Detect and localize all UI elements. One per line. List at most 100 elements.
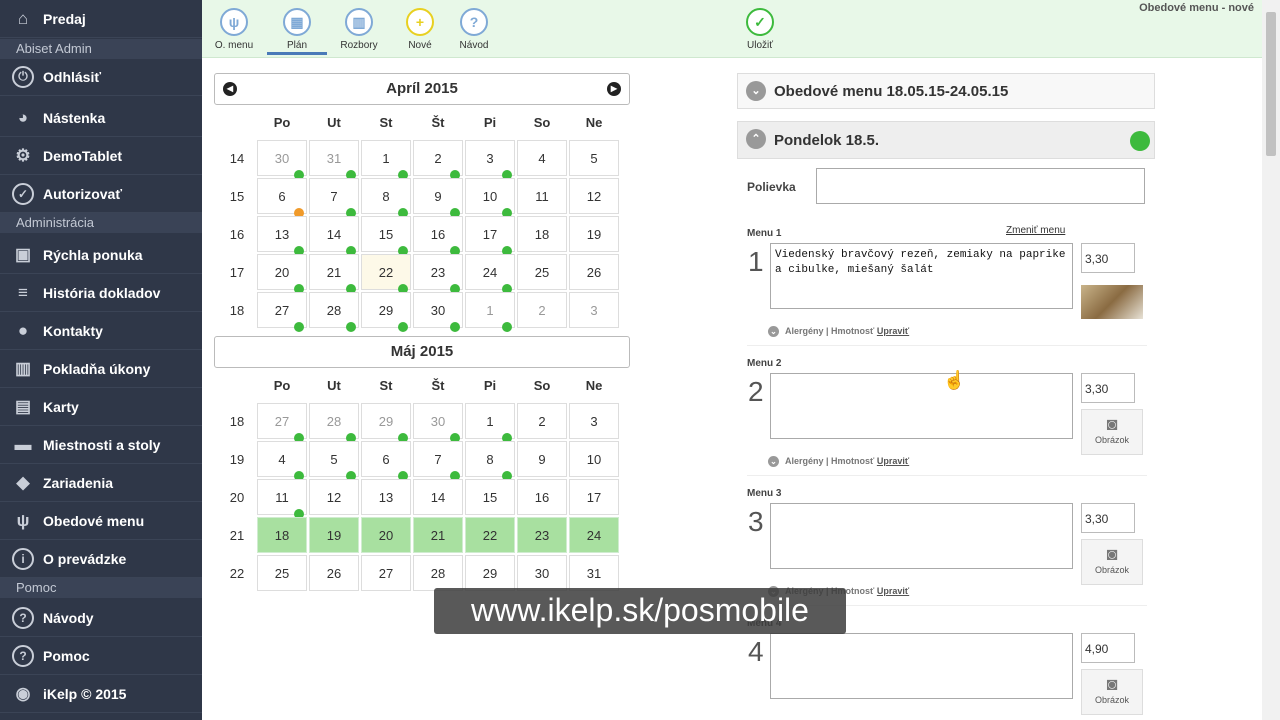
calendar-day[interactable]: 10 <box>569 441 619 477</box>
change-menu-link[interactable]: Zmeniť menu <box>1006 225 1065 236</box>
sidebar-item[interactable]: ⌂ Predaj <box>0 0 202 38</box>
sidebar-item[interactable]: ψ Obedové menu <box>0 502 202 540</box>
calendar-day[interactable]: 4 <box>257 441 307 481</box>
menu-item-price-input[interactable]: 3,30 <box>1081 503 1135 533</box>
sidebar-item[interactable]: ▣ Rýchla ponuka <box>0 236 202 274</box>
menu-item-photo[interactable] <box>1081 285 1143 319</box>
calendar-day[interactable]: 19 <box>309 517 359 553</box>
calendar-day[interactable]: 2 <box>517 403 567 439</box>
calendar-day[interactable]: 22 <box>361 254 411 294</box>
sidebar-item[interactable]: ◉ iKelp © 2015 <box>0 675 202 713</box>
calendar-day[interactable]: 30 <box>413 292 463 332</box>
calendar-day[interactable]: 25 <box>517 254 567 290</box>
next-month-icon[interactable]: ▶ <box>607 82 621 96</box>
calendar-day[interactable]: 30 <box>413 403 463 443</box>
calendar-day[interactable]: 20 <box>257 254 307 294</box>
sidebar-item[interactable]: ▥ Pokladňa úkony <box>0 350 202 388</box>
calendar-day[interactable]: 11 <box>517 178 567 214</box>
toolbar-button[interactable]: ✓ Uložiť <box>730 6 790 51</box>
calendar-day[interactable]: 22 <box>465 517 515 553</box>
calendar-day[interactable]: 14 <box>309 216 359 256</box>
calendar-day[interactable]: 21 <box>413 517 463 553</box>
calendar-day[interactable]: 7 <box>309 178 359 218</box>
calendar-day[interactable]: 4 <box>517 140 567 176</box>
calendar-day[interactable]: 20 <box>361 517 411 553</box>
sidebar-item[interactable]: ● Kontakty <box>0 312 202 350</box>
menu-item-textarea[interactable] <box>770 503 1073 569</box>
calendar-day[interactable]: 29 <box>465 555 515 591</box>
calendar-day[interactable]: 9 <box>413 178 463 218</box>
menu-item-textarea[interactable] <box>770 633 1073 699</box>
calendar-day[interactable]: 1 <box>361 140 411 180</box>
calendar-day[interactable]: 3 <box>465 140 515 180</box>
calendar-day[interactable]: 25 <box>257 555 307 591</box>
calendar-day[interactable]: 13 <box>361 479 411 515</box>
scrollbar-thumb[interactable] <box>1266 12 1276 156</box>
edit-link[interactable]: Upraviť <box>877 326 909 336</box>
calendar-day[interactable]: 29 <box>361 292 411 332</box>
calendar-day[interactable]: 3 <box>569 292 619 328</box>
menu-item-textarea[interactable] <box>770 373 1073 439</box>
prev-month-icon[interactable]: ◀ <box>223 82 237 96</box>
chevron-down-icon[interactable]: ⌄ <box>768 456 779 467</box>
sidebar-item[interactable]: ▤ Karty <box>0 388 202 426</box>
chevron-up-icon[interactable]: ⌃ <box>746 129 766 149</box>
sidebar-item[interactable]: ◆ Zariadenia <box>0 464 202 502</box>
image-upload-button[interactable]: ◙ Obrázok <box>1081 539 1143 585</box>
calendar-day[interactable]: 28 <box>413 555 463 591</box>
chevron-down-icon[interactable]: ⌄ <box>768 326 779 337</box>
calendar-day[interactable]: 27 <box>257 292 307 332</box>
sidebar-item[interactable]: ? Pomoc <box>0 637 202 675</box>
calendar-day[interactable]: 6 <box>257 178 307 218</box>
calendar-day[interactable]: 8 <box>361 178 411 218</box>
calendar-day[interactable]: 28 <box>309 292 359 332</box>
calendar-day[interactable]: 17 <box>569 479 619 515</box>
menu-item-textarea[interactable]: Viedenský bravčový rezeň, zemiaky na pap… <box>770 243 1073 309</box>
calendar-day[interactable]: 6 <box>361 441 411 481</box>
sidebar-item[interactable]: ◕ Nástenka <box>0 99 202 137</box>
calendar-day[interactable]: 26 <box>309 555 359 591</box>
calendar-day[interactable]: 16 <box>413 216 463 256</box>
sidebar-item[interactable]: ▬ Miestnosti a stoly <box>0 426 202 464</box>
calendar-day[interactable]: 26 <box>569 254 619 290</box>
image-upload-button[interactable]: ◙ Obrázok <box>1081 409 1143 455</box>
calendar-day[interactable]: 30 <box>517 555 567 591</box>
calendar-day[interactable]: 23 <box>413 254 463 294</box>
calendar-day[interactable]: 24 <box>569 517 619 553</box>
calendar-day[interactable]: 21 <box>309 254 359 294</box>
chevron-down-icon[interactable]: ⌄ <box>746 81 766 101</box>
calendar-day[interactable]: 12 <box>569 178 619 214</box>
calendar-day[interactable]: 23 <box>517 517 567 553</box>
calendar-day[interactable]: 1 <box>465 292 515 332</box>
calendar-day[interactable]: 9 <box>517 441 567 477</box>
calendar-day[interactable]: 30 <box>257 140 307 180</box>
calendar-day[interactable]: 31 <box>309 140 359 180</box>
calendar-day[interactable]: 12 <box>309 479 359 515</box>
calendar-day[interactable]: 16 <box>517 479 567 515</box>
calendar-day[interactable]: 10 <box>465 178 515 218</box>
calendar-day[interactable]: 29 <box>361 403 411 443</box>
day-header[interactable]: ⌃ Pondelok 18.5. <box>737 121 1155 159</box>
calendar-day[interactable]: 1 <box>465 403 515 443</box>
calendar-day[interactable]: 18 <box>257 517 307 553</box>
soup-input[interactable] <box>816 168 1145 204</box>
menu-item-price-input[interactable]: 3,30 <box>1081 243 1135 273</box>
calendar-day[interactable]: 18 <box>517 216 567 252</box>
calendar-day[interactable]: 14 <box>413 479 463 515</box>
sidebar-item[interactable]: ? Návody <box>0 599 202 637</box>
edit-link[interactable]: Upraviť <box>877 456 909 466</box>
scrollbar[interactable] <box>1262 0 1280 720</box>
calendar-day[interactable]: 7 <box>413 441 463 481</box>
toolbar-button[interactable]: + Nové <box>390 6 450 51</box>
calendar-day[interactable]: 28 <box>309 403 359 443</box>
calendar-day[interactable]: 15 <box>361 216 411 256</box>
calendar-day[interactable]: 5 <box>569 140 619 176</box>
menu-item-price-input[interactable]: 3,30 <box>1081 373 1135 403</box>
calendar-day[interactable]: 27 <box>361 555 411 591</box>
calendar-day[interactable]: 19 <box>569 216 619 252</box>
menu-week-header[interactable]: ⌄ Obedové menu 18.05.15-24.05.15 <box>737 73 1155 109</box>
edit-link[interactable]: Upraviť <box>877 586 909 596</box>
calendar-day[interactable]: 17 <box>465 216 515 256</box>
calendar-day[interactable]: 13 <box>257 216 307 256</box>
sidebar-item[interactable]: i O prevádzke <box>0 540 202 578</box>
